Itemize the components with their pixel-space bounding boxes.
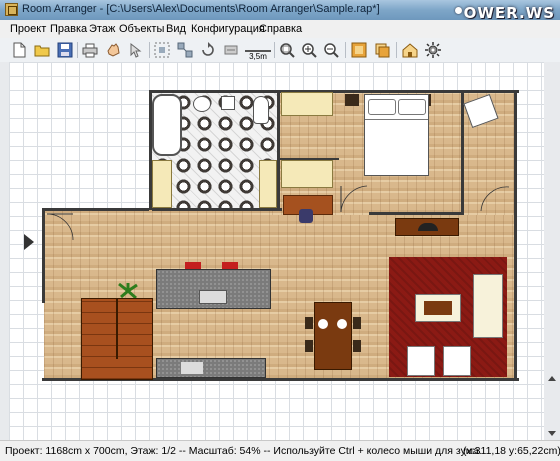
- wall-hall-top: [42, 208, 149, 211]
- wall-bathroom-bottom: [152, 208, 282, 211]
- menu-edit[interactable]: Правка: [50, 23, 87, 35]
- coffee-table[interactable]: [415, 294, 461, 322]
- zoom-in-icon[interactable]: [300, 41, 318, 59]
- multi-select-icon[interactable]: [176, 41, 194, 59]
- toolbar-separator: [149, 42, 150, 58]
- armchair-left[interactable]: [407, 346, 435, 376]
- desk-chair[interactable]: [299, 209, 313, 223]
- view-objects-icon[interactable]: [373, 41, 391, 59]
- closet-door[interactable]: [479, 185, 513, 213]
- scroll-down-arrow-icon[interactable]: [547, 428, 557, 438]
- toolbar: 3,5m: [0, 38, 560, 63]
- wall-bedroom-bottom: [369, 212, 464, 215]
- toolbar-separator: [77, 42, 78, 58]
- nightstand-left[interactable]: [345, 94, 359, 106]
- menu-floor[interactable]: Этаж: [89, 23, 115, 35]
- pointer-icon[interactable]: [127, 41, 145, 59]
- sofa[interactable]: [473, 274, 503, 338]
- measure-icon[interactable]: 3,5m: [245, 41, 271, 61]
- status-info: Проект: 1168cm x 700cm, Этаж: 1/2 -- Мас…: [5, 445, 482, 457]
- bedroom-door[interactable]: [339, 182, 369, 214]
- bar-stool[interactable]: [222, 262, 238, 269]
- wall-bedroom-right: [461, 90, 464, 215]
- tv-stand[interactable]: [395, 218, 459, 236]
- wall-left: [42, 208, 45, 303]
- kitchen-sink: [199, 290, 227, 304]
- view-2d-icon[interactable]: [350, 41, 368, 59]
- bedroom-shelf[interactable]: [281, 160, 333, 188]
- measure-bar: [245, 41, 271, 52]
- save-icon[interactable]: [56, 41, 74, 59]
- floor-plan-canvas[interactable]: [9, 62, 544, 440]
- rotate-icon[interactable]: [199, 41, 217, 59]
- coffee-table-top: [424, 301, 452, 315]
- 3d-view-icon[interactable]: [401, 41, 419, 59]
- bedroom-wardrobe[interactable]: [281, 92, 333, 116]
- entrance-door[interactable]: [47, 212, 77, 240]
- vertical-scrollbar[interactable]: [544, 62, 560, 442]
- wall-bathroom-right: [277, 90, 280, 210]
- status-bar: Проект: 1168cm x 700cm, Этаж: 1/2 -- Мас…: [0, 440, 560, 461]
- menu-objects[interactable]: Объекты: [119, 23, 164, 35]
- bathroom-cabinet-2[interactable]: [259, 160, 277, 208]
- open-folder-icon[interactable]: [33, 41, 51, 59]
- left-frame: [0, 62, 9, 442]
- wall-right: [514, 90, 517, 380]
- cursor-coordinates: (x:311,18 y:65,22cm): [463, 445, 560, 457]
- toolbar-separator: [345, 42, 346, 58]
- print-icon[interactable]: [81, 41, 99, 59]
- window-title: Room Arranger - [C:\Users\Alex\Documents…: [22, 3, 380, 15]
- menu-view[interactable]: Вид: [166, 23, 186, 35]
- double-bed[interactable]: [364, 94, 429, 176]
- toolbar-separator: [274, 42, 275, 58]
- tv: [418, 223, 438, 231]
- kitchen-sink-2: [181, 362, 203, 374]
- bathroom-cabinet[interactable]: [152, 160, 172, 208]
- multi-rotate-icon[interactable]: [222, 41, 240, 59]
- dining-chair[interactable]: [305, 340, 313, 352]
- dining-table[interactable]: [314, 302, 352, 370]
- menu-help[interactable]: Справка: [259, 23, 302, 35]
- entrance-arrow-icon: [24, 234, 34, 250]
- staircase[interactable]: [81, 298, 153, 380]
- zoom-out-icon[interactable]: [322, 41, 340, 59]
- watermark-dot: [455, 7, 462, 14]
- dining-chair[interactable]: [305, 317, 313, 329]
- settings-icon[interactable]: [424, 41, 442, 59]
- washbasin[interactable]: [193, 96, 211, 112]
- kitchen-island[interactable]: [156, 269, 271, 309]
- toilet[interactable]: [253, 96, 269, 124]
- app-icon[interactable]: [5, 3, 18, 16]
- plate: [318, 319, 328, 329]
- menu-bar: Проект Правка Этаж Объекты Вид Конфигура…: [0, 20, 560, 39]
- plate: [337, 319, 347, 329]
- title-bar[interactable]: Room Arranger - [C:\Users\Alex\Documents…: [0, 0, 560, 22]
- pillow-right: [398, 99, 426, 115]
- menu-project[interactable]: Проект: [10, 23, 46, 35]
- scroll-up-arrow-icon[interactable]: [547, 374, 557, 384]
- blanket-edge: [365, 119, 428, 120]
- kitchen-counter[interactable]: [156, 358, 266, 378]
- new-file-icon[interactable]: [10, 41, 28, 59]
- stair-rail: [116, 299, 118, 359]
- armchair-right[interactable]: [443, 346, 471, 376]
- dining-chair[interactable]: [353, 340, 361, 352]
- washbasin-2[interactable]: [221, 96, 235, 110]
- app-window: Room Arranger - [C:\Users\Alex\Documents…: [0, 0, 560, 461]
- measure-label: 3,5m: [249, 52, 267, 61]
- hand-pan-icon[interactable]: [104, 41, 122, 59]
- menu-configuration[interactable]: Конфигурация: [191, 23, 265, 35]
- select-area-icon[interactable]: [153, 41, 171, 59]
- dining-chair[interactable]: [353, 317, 361, 329]
- pillow-left: [368, 99, 396, 115]
- zoom-fit-icon[interactable]: [278, 41, 296, 59]
- toolbar-separator: [396, 42, 397, 58]
- bar-stool[interactable]: [185, 262, 201, 269]
- bathtub[interactable]: [152, 94, 182, 156]
